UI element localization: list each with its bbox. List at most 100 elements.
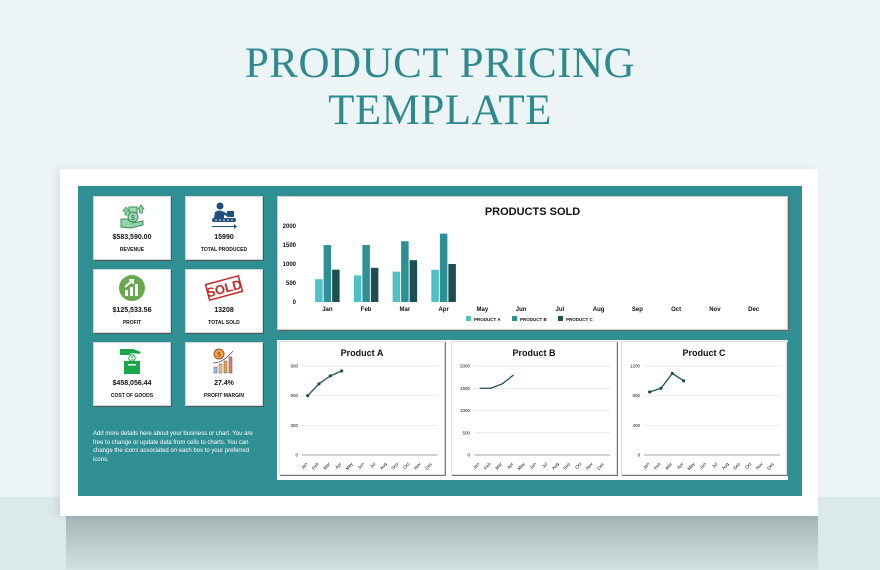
kpi-revenue[interactable]: $ $583,590.00 REVENUE: [93, 196, 171, 260]
y-tick-label: 500: [462, 430, 470, 435]
x-tick-label: Nov: [585, 461, 594, 471]
x-tick-label: Dec: [424, 461, 433, 471]
legend-label: PRODUCT A: [474, 317, 501, 322]
kpi-total-produced[interactable]: 15990 TOTAL PRODUCED: [185, 196, 263, 260]
x-tick-label: Jun: [529, 461, 538, 470]
x-tick-label: Jul: [541, 461, 549, 469]
bar-product-a: [315, 279, 323, 302]
kpi-total-sold[interactable]: SOLD 13208 TOTAL SOLD: [185, 269, 263, 333]
bar-product-b: [401, 241, 409, 302]
x-tick-label: Nov: [413, 461, 422, 471]
y-tick-label: 600: [290, 393, 298, 398]
line-charts-container: Product A 0 300 600 900 Jan Feb Mar Apr May Jun Ju…: [277, 340, 788, 480]
x-tick-label: Jun: [357, 461, 366, 470]
x-tick-label: May: [477, 307, 489, 313]
kpi-value: $458,056.44: [112, 380, 152, 387]
x-tick-label: May: [344, 461, 354, 471]
bar-product-c: [448, 264, 456, 302]
y-tick-label: 500: [286, 281, 297, 287]
x-tick-label: Feb: [653, 461, 662, 471]
x-tick-label: Sep: [632, 307, 643, 313]
x-tick-label: Aug: [551, 461, 560, 471]
data-point: [648, 390, 652, 394]
x-tick-label: Jul: [556, 307, 565, 313]
y-tick-label: 2000: [460, 364, 471, 369]
card-shadow: [66, 516, 818, 570]
x-tick-label: Dec: [596, 461, 605, 471]
kpi-profit-margin[interactable]: $ 27.4% PROFIT MARGIN: [185, 342, 263, 406]
x-tick-label: Feb: [361, 307, 372, 313]
products-sold-chart: PRODUCTS SOLD 0 500 1000 1500 2000 Jan Feb Mar A…: [277, 196, 788, 330]
svg-text:$: $: [131, 215, 135, 222]
x-tick-label: Aug: [721, 461, 730, 471]
details-note: Add more details here about your busines…: [93, 431, 253, 463]
bar-product-a: [392, 271, 401, 302]
x-tick-label: Mar: [664, 461, 673, 471]
coin-bar-chart-icon: $: [186, 346, 262, 376]
growth-chart-icon: [94, 273, 170, 303]
data-point: [317, 382, 321, 386]
x-tick-label: Sep: [390, 461, 399, 471]
kpi-label: PROFIT MARGIN: [204, 393, 244, 399]
data-point: [682, 379, 686, 383]
x-tick-label: Mar: [322, 461, 331, 471]
bar-product-a: [431, 269, 439, 302]
bar-product-c: [332, 269, 340, 302]
money-growth-icon: $: [94, 200, 170, 230]
x-tick-label: Oct: [402, 461, 411, 470]
x-tick-label: Oct: [671, 307, 681, 313]
product-a-chart: Product A 0 300 600 900 Jan Feb Mar Apr May Jun Ju…: [279, 341, 445, 475]
kpi-value: $125,533.56: [112, 307, 152, 314]
series-line: [649, 372, 685, 393]
x-tick-label: Dec: [748, 307, 760, 313]
conveyor-worker-icon: [186, 200, 262, 230]
x-tick-label: Oct: [574, 461, 583, 470]
kpi-value: 13208: [214, 307, 234, 314]
x-tick-label: Dec: [766, 461, 775, 471]
kpi-cost-of-goods[interactable]: $ $458,056.44 COST OF GOODS: [93, 342, 171, 406]
kpi-profit[interactable]: $125,533.56 PROFIT: [93, 269, 171, 333]
x-tick-label: Feb: [483, 461, 492, 471]
hand-coin-box-icon: $: [94, 346, 170, 376]
x-tick-label: Mar: [494, 461, 503, 471]
bar-product-b: [439, 233, 448, 302]
kpi-label: COST OF GOODS: [110, 393, 154, 399]
x-tick-label: Jul: [711, 461, 719, 469]
x-tick-label: Jan: [642, 461, 651, 470]
bar-chart-svg: 0 500 1000 1500 2000 Jan Feb Mar Apr May Jun Jul Aug…: [283, 224, 760, 322]
line-chart-svg: 0 400 800 1200 Jan Feb Mar Apr May Jun Jul Aug Sep Oc…: [630, 364, 780, 471]
data-point: [328, 374, 332, 378]
y-tick-label: 900: [290, 364, 298, 369]
x-tick-label: Apr: [676, 461, 685, 470]
title-line-1: PRODUCT PRICING: [244, 40, 636, 87]
kpi-label: TOTAL SOLD: [208, 320, 240, 326]
bar-product-a: [353, 275, 362, 302]
bar-product-b: [323, 245, 332, 302]
data-point: [670, 371, 674, 376]
legend-swatch: [466, 316, 471, 321]
y-tick-label: 0: [467, 453, 470, 458]
x-tick-label: May: [686, 461, 696, 471]
x-tick-label: Jan: [300, 461, 309, 470]
line-chart-svg: 0 500 1000 1500 2000 Jan Feb Mar Apr May Jun Jul Aug…: [460, 364, 610, 471]
bar-product-c: [370, 267, 379, 302]
x-tick-label: Aug: [593, 307, 605, 313]
data-point: [659, 386, 663, 390]
x-tick-label: Jan: [472, 461, 481, 470]
x-tick-label: Aug: [379, 461, 388, 471]
x-tick-label: Jun: [516, 307, 527, 313]
bar-product-c: [409, 260, 418, 302]
y-tick-label: 0: [637, 453, 640, 458]
x-tick-label: Sep: [562, 461, 571, 471]
kpi-value: 27.4%: [214, 380, 234, 387]
data-point: [340, 369, 344, 373]
y-tick-label: 0: [293, 300, 297, 306]
kpi-label: TOTAL PRODUCED: [200, 247, 248, 253]
y-tick-label: 1200: [630, 364, 641, 369]
x-tick-label: Sep: [732, 461, 741, 471]
kpi-label: REVENUE: [119, 247, 145, 253]
x-tick-label: Feb: [311, 461, 320, 471]
y-tick-label: 1500: [283, 243, 297, 249]
legend-swatch: [512, 316, 517, 321]
x-tick-label: Mar: [400, 307, 411, 313]
